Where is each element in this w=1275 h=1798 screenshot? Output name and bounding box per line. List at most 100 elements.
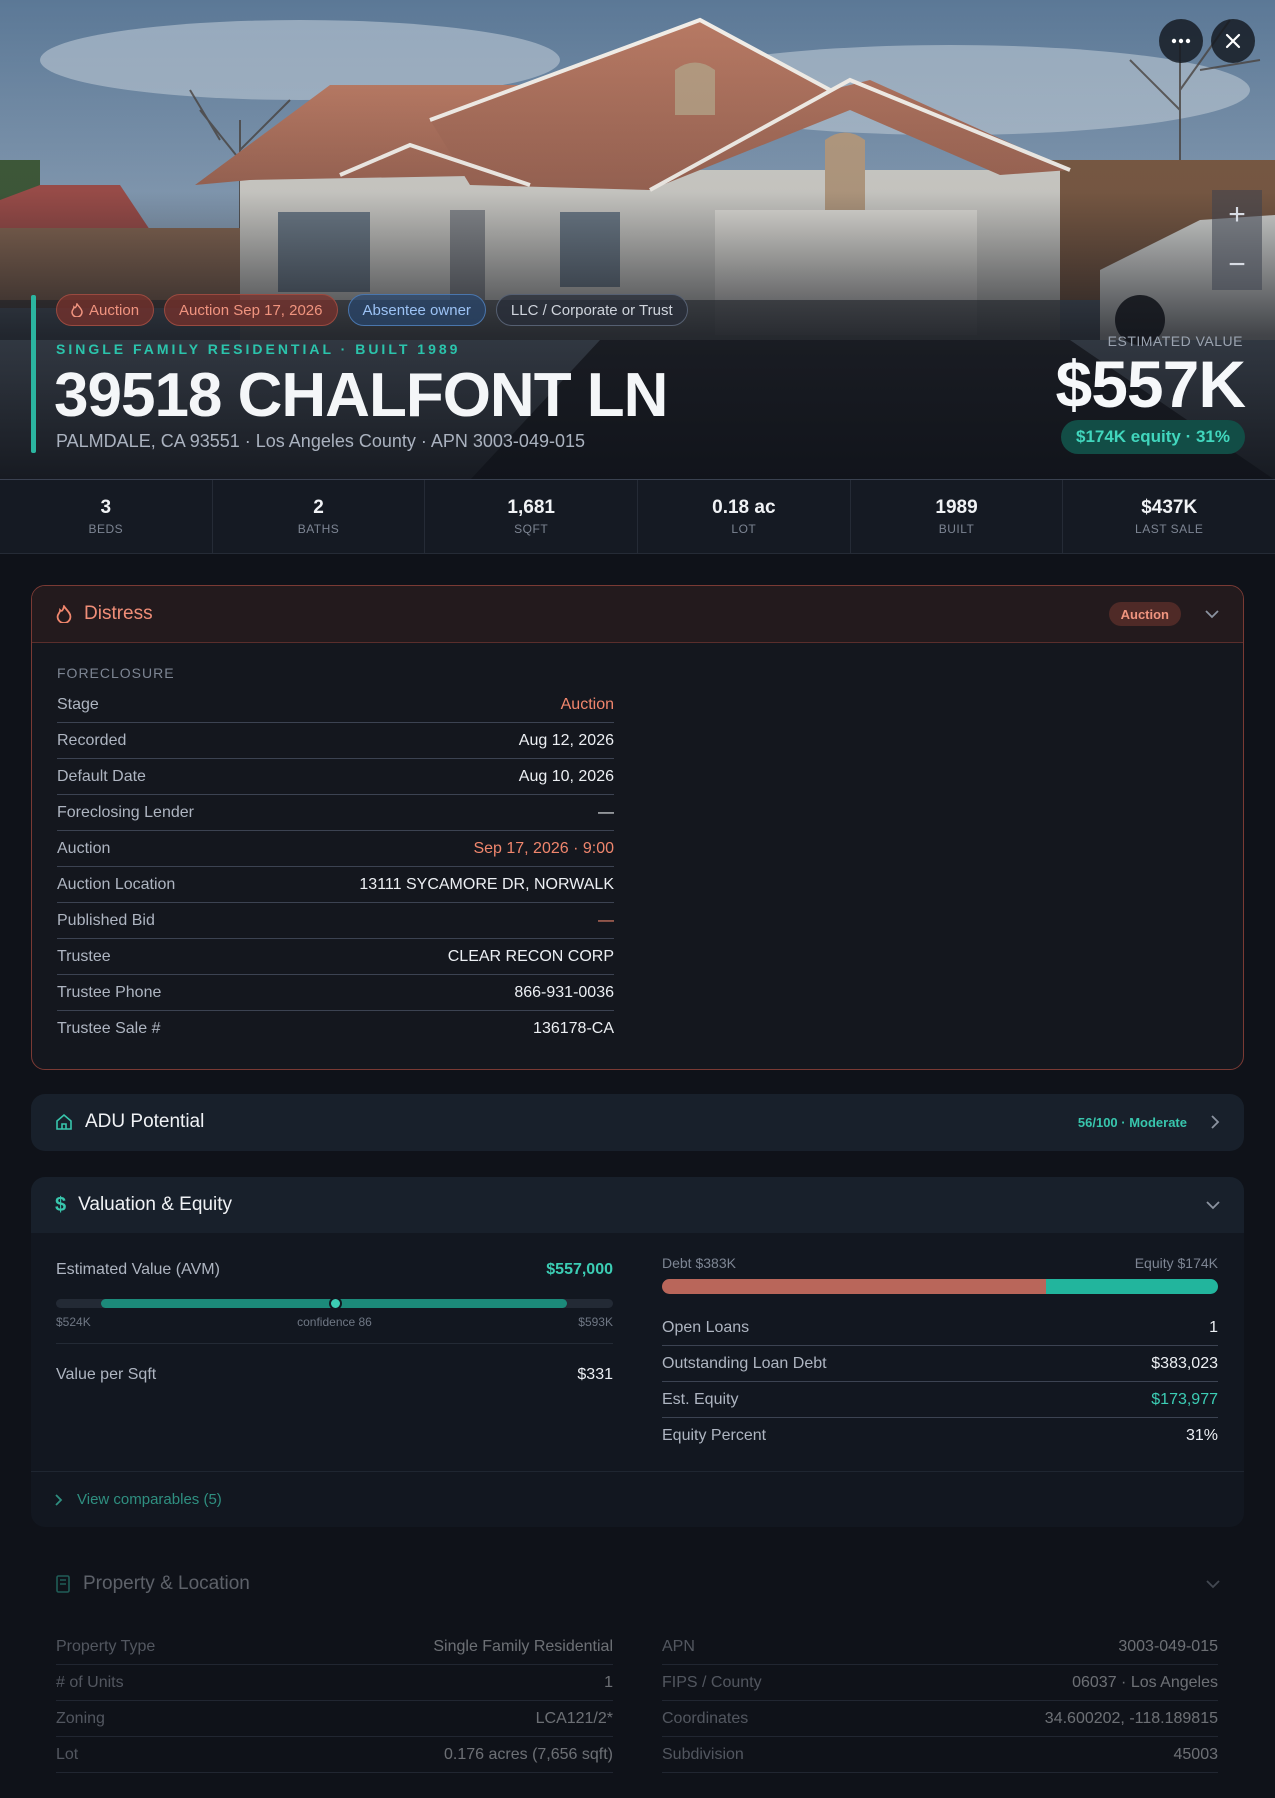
debt-segment (662, 1279, 1046, 1294)
panel-title: Valuation & Equity (78, 1194, 232, 1215)
detail-row: Default Date Aug 10, 2026 (57, 759, 614, 795)
tag-owner-type[interactable]: LLC / Corporate or Trust (495, 294, 688, 326)
row-value: — (598, 803, 614, 821)
detail-row: Subdivision 45003 (662, 1737, 1218, 1773)
chevron-down-icon[interactable] (1205, 609, 1219, 619)
row-key: Subdivision (662, 1745, 744, 1763)
view-comparables-link[interactable]: View comparables (5) (31, 1471, 1244, 1527)
row-key: Est. Equity (662, 1390, 739, 1408)
detail-row: Auction Sep 17, 2026 · 9:00 (57, 831, 614, 867)
stat-beds: 3 BEDS (0, 480, 213, 553)
flame-icon (56, 605, 72, 623)
row-value: 136178-CA (533, 1020, 614, 1037)
row-key: APN (662, 1637, 695, 1655)
property-address: 39518 CHALFONT LN (54, 361, 668, 430)
stat-label: BUILT (938, 522, 975, 536)
valuation-panel-header[interactable]: $ Valuation & Equity (31, 1177, 1244, 1233)
row-value: 45003 (1173, 1745, 1219, 1763)
stat-label: LAST SALE (1135, 522, 1204, 536)
value-per-sqft-row: Value per Sqft $331 (56, 1357, 613, 1393)
row-value: Aug 12, 2026 (518, 731, 614, 749)
stage-badge: Auction (1108, 602, 1181, 626)
row-key: Property Type (56, 1637, 156, 1655)
confidence-label: confidence 86 (297, 1315, 372, 1329)
row-value: 3003-049-015 (1118, 1637, 1218, 1655)
tag-label: Absentee owner (362, 301, 471, 319)
property-details-left: Property Type Single Family Residential #… (56, 1629, 613, 1773)
row-value: $557,000 (546, 1261, 613, 1278)
estimated-value: $557K (1055, 347, 1246, 421)
detail-row: FIPS / County 06037 · Los Angeles (662, 1665, 1218, 1701)
row-key: Estimated Value (AVM) (56, 1261, 220, 1278)
debt-equity-bar (662, 1279, 1218, 1294)
stat-value: 1,681 (507, 497, 555, 518)
tag-absentee-owner[interactable]: Absentee owner (347, 294, 486, 326)
debt-equity-labels: Debt $383K Equity $174K (662, 1255, 1218, 1271)
detail-row: APN 3003-049-015 (662, 1629, 1218, 1665)
row-key: Outstanding Loan Debt (662, 1354, 827, 1372)
row-key: Trustee Sale # (57, 1020, 161, 1037)
accent-bar (31, 295, 36, 453)
row-value: 1 (1209, 1318, 1218, 1336)
chevron-down-icon[interactable] (1206, 1200, 1220, 1210)
link-label: View comparables (5) (77, 1491, 222, 1508)
stat-label: BEDS (88, 522, 124, 536)
stat-baths: 2 BATHS (213, 480, 426, 553)
close-button[interactable] (1211, 19, 1255, 63)
adu-panel[interactable]: ADU Potential 56/100 · Moderate (31, 1094, 1244, 1151)
avm-range-labels: $524K confidence 86 $593K (56, 1315, 613, 1329)
row-key: Stage (57, 695, 99, 713)
row-value: 1 (604, 1673, 613, 1691)
row-key: Equity Percent (662, 1427, 767, 1444)
chevron-right-icon[interactable] (1211, 1115, 1220, 1129)
row-value: 0.176 acres (7,656 sqft) (444, 1745, 613, 1763)
stat-lot: 0.18 ac LOT (638, 480, 851, 553)
zoom-in-button[interactable]: + (1212, 190, 1262, 240)
row-key: Trustee Phone (57, 983, 162, 1001)
detail-row: Stage Auction (57, 687, 614, 723)
chevron-down-icon[interactable] (1206, 1579, 1220, 1589)
property-panel-header[interactable]: Property & Location (31, 1556, 1244, 1612)
panel-title: Distress (84, 603, 153, 624)
more-options-button[interactable] (1159, 19, 1203, 63)
valuation-panel: $ Valuation & Equity Estimated Value (AV… (31, 1177, 1244, 1527)
row-value: $331 (577, 1366, 613, 1383)
tag-auction[interactable]: Auction (56, 294, 155, 326)
dollar-icon: $ (55, 1193, 67, 1216)
row-value: Sep 17, 2026 · 9:00 (473, 839, 614, 857)
row-key: FIPS / County (662, 1673, 762, 1691)
panel-title: Property & Location (83, 1573, 250, 1594)
hero-header: + − Auction Auction Sep 17, 2026 Absente… (0, 0, 1275, 480)
detail-row: Lot 0.176 acres (7,656 sqft) (56, 1737, 613, 1773)
zoom-out-button[interactable]: − (1212, 240, 1262, 290)
detail-row: Auction Location 13111 SYCAMORE DR, NORWA… (57, 867, 614, 903)
detail-row: Property Type Single Family Residential (56, 1629, 613, 1665)
row-value: 866-931-0036 (514, 983, 614, 1001)
tag-list: Auction Auction Sep 17, 2026 Absentee ow… (56, 294, 688, 326)
row-value: Aug 10, 2026 (518, 767, 614, 785)
range-low: $524K (56, 1315, 91, 1329)
row-key: Value per Sqft (56, 1366, 157, 1383)
property-location: PALMDALE, CA 93551 · Los Angeles County … (56, 431, 585, 451)
distress-panel: Distress Auction FORECLOSURE Stage Auctio… (31, 585, 1244, 1070)
row-key: Trustee (57, 947, 111, 965)
detail-row: Coordinates 34.600202, -118.189815 (662, 1701, 1218, 1737)
property-detail-view: + − Auction Auction Sep 17, 2026 Absente… (0, 0, 1275, 1798)
tag-label: Auction (89, 301, 140, 319)
property-details-right: APN 3003-049-015 FIPS / County 06037 · Los… (662, 1629, 1218, 1773)
row-key: # of Units (56, 1673, 124, 1691)
adu-panel-header[interactable]: ADU Potential 56/100 · Moderate (31, 1094, 1244, 1150)
flame-icon (71, 303, 83, 317)
distress-panel-header[interactable]: Distress Auction (32, 586, 1243, 643)
property-subtype: SINGLE FAMILY RESIDENTIAL · BUILT 1989 (56, 341, 461, 357)
panel-title: ADU Potential (85, 1111, 205, 1132)
row-key: Auction (57, 839, 111, 857)
stat-label: BATHS (297, 522, 340, 536)
detail-row: Outstanding Loan Debt $383,023 (662, 1346, 1218, 1382)
row-value: LCA121/2* (535, 1709, 613, 1727)
row-key: Zoning (56, 1709, 105, 1727)
row-value: 13111 SYCAMORE DR, NORWALK (359, 875, 614, 893)
tag-auction-date[interactable]: Auction Sep 17, 2026 (164, 294, 338, 326)
detail-row: Trustee Phone 866-931-0036 (57, 975, 614, 1011)
adu-score: 56/100 · Moderate (1077, 1114, 1187, 1130)
